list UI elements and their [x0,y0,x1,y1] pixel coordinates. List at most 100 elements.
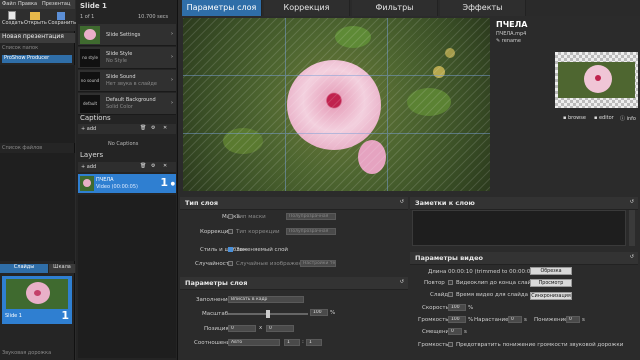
slide-thumb-number: 1 [61,309,69,322]
editor-icon: ▪ [594,115,598,121]
chevron-right-icon: › [171,100,173,106]
speed-unit: % [468,305,474,311]
correction-type-select[interactable]: Полупрозрачная [286,228,336,235]
mask-type-select[interactable]: Полупрозрачная [286,213,336,220]
setting-slide-style[interactable]: no style Slide Style No Style › [78,47,176,69]
layer-info-thumb[interactable] [555,52,638,108]
slide-thumb[interactable]: Slide 1 1 [2,276,72,324]
slide-label: Слайд [430,292,449,298]
rename-link[interactable]: ✎ rename [496,38,521,44]
theme-settings-button[interactable]: Настройки тем [300,260,336,267]
slide-time: 10.700 secs [138,14,169,20]
setting-slide-settings[interactable]: Slide Settings › [78,24,176,46]
info-button[interactable]: ⓘ info [620,115,636,122]
ratio-select[interactable]: Авто [228,339,280,346]
volume-input[interactable]: 100 [448,316,466,323]
volume-unit: % [468,317,474,323]
fadeout-input[interactable]: 0 [566,316,580,323]
fill-label: Заполнение [196,297,231,303]
menu-presentation[interactable]: Презентац [42,1,70,7]
reset-icon[interactable]: ↺ [400,279,404,285]
tab-timeline[interactable]: Шкала [49,264,75,273]
fadein-input[interactable]: 0 [508,316,522,323]
scale-input[interactable]: 100 [310,309,328,316]
notes-scrollbar[interactable] [629,210,635,246]
repeat-check-label: Видеоклип до конца слайда [456,280,539,286]
layer-params-panel: Параметры слоя ↺ Заполнение Вписать в ка… [180,277,408,360]
menu-edit[interactable]: Правка [18,1,37,7]
tab-filters[interactable]: Фильтры [352,0,438,16]
setting-background[interactable]: default Default Background Solid Color › [78,93,176,115]
editor-button[interactable]: ▪ editor [594,115,614,121]
slide-thumb-label: Slide 1 [5,313,22,319]
scale-slider-thumb[interactable] [266,310,270,318]
captions-add-button[interactable]: + add [81,126,96,132]
notes-panel: Заметки к слою ↺ [410,197,638,250]
gear-icon[interactable]: ⚙ [151,163,155,169]
slide-time-checkbox[interactable] [448,292,453,297]
random-checkbox[interactable] [228,261,233,266]
notes-textarea[interactable] [412,210,626,246]
layers-add-button[interactable]: + add [81,164,96,170]
scale-unit: % [330,310,336,316]
trim-button[interactable]: Обрезка [530,267,572,275]
trash-icon[interactable]: 🗑 [140,125,146,131]
eye-icon[interactable]: ● [171,181,175,187]
layer-thumb [80,176,94,191]
setting-slide-sound[interactable]: no sound Slide Sound Нет звука в слайде … [78,70,176,92]
offset-unit: s [464,329,467,335]
replaceable-checkbox[interactable] [228,247,233,252]
reset-icon[interactable]: ↺ [630,254,634,260]
layer-info-title: ПЧЕЛА [496,20,528,29]
notes-title: Заметки к слою [410,197,638,210]
layer-params-title: Параметры слоя [180,277,408,290]
ratio-b-input[interactable]: 1 [306,339,322,346]
scale-label: Масштаб [202,311,229,317]
loudness-checkbox[interactable] [448,342,453,347]
slide-title: Slide 1 [80,2,107,10]
trash-icon[interactable]: 🗑 [140,163,146,169]
tab-slides[interactable]: Слайды [0,264,48,273]
save-button[interactable]: Сохранить [48,11,76,29]
repeat-checkbox[interactable] [448,280,453,285]
browse-button[interactable]: ▪ browse [563,115,586,121]
file-list-label: Список файлов [2,145,43,151]
scale-slider[interactable] [228,310,308,318]
tools-icon[interactable]: ✕ [163,125,167,131]
tab-layer-params[interactable]: Параметры слоя [182,0,262,16]
tools-icon[interactable]: ✕ [163,163,167,169]
layer-type-title: Тип слоя [180,197,408,210]
folder-item[interactable]: ProShow Producer [2,55,72,63]
mask-check-label: Тип маски [236,214,266,220]
reset-icon[interactable]: ↺ [400,199,404,205]
slide-settings-thumb [80,26,100,44]
position-y-input[interactable]: 0 [266,325,294,332]
random-label: Случайность [195,261,233,267]
layers-toolbar: + add 🗑 ⚙ ✕ [78,162,176,172]
fill-select[interactable]: Вписать в кадр [228,296,304,303]
layer-row[interactable]: ПЧЕЛА Video (00:00:05) 1 ● [78,174,176,193]
layer-name: ПЧЕЛА [96,177,114,183]
menu-file[interactable]: Файл [2,1,16,7]
length-label: Длина [428,269,447,275]
layer-sub: Video (00:00:05) [96,184,138,190]
open-button[interactable]: Открыть [24,11,47,29]
mask-checkbox[interactable] [228,214,233,219]
position-x-input[interactable]: 0 [228,325,256,332]
layer-preview[interactable] [183,18,490,191]
tab-effects[interactable]: Эффекты [440,0,526,16]
folder-list-label: Список папок [2,45,39,51]
tab-correction[interactable]: Коррекция [264,0,350,16]
gear-icon[interactable]: ⚙ [151,125,155,131]
correction-checkbox[interactable] [228,229,233,234]
preview-button[interactable]: Просмотр [530,279,572,287]
random-check-label: Случайные изображения [236,261,309,267]
ratio-a-input[interactable]: 1 [284,339,300,346]
reset-icon[interactable]: ↺ [630,199,634,205]
speed-input[interactable]: 100 [448,304,466,311]
sync-button[interactable]: Синхронизация [530,292,572,300]
toolbar: Создать Открыть Сохранить [0,9,76,31]
guide-grid [183,18,490,191]
create-button[interactable]: Создать [2,11,24,29]
offset-input[interactable]: 0 [448,328,462,335]
